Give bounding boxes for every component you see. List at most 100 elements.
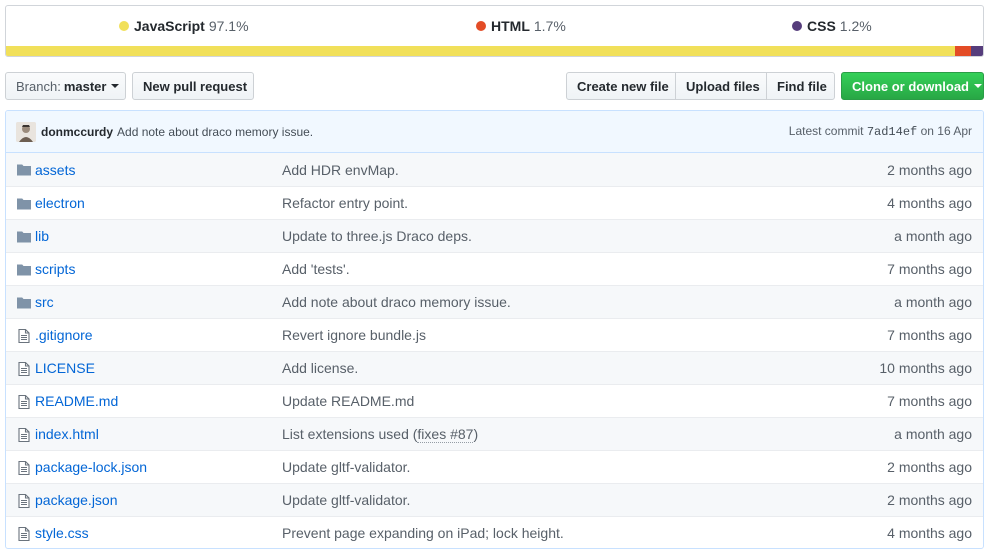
file-name-link[interactable]: README.md <box>35 393 118 409</box>
commit-message-text[interactable]: Prevent page expanding on iPad; lock hei… <box>282 525 564 541</box>
file-age: 2 months ago <box>887 161 972 178</box>
file-commit-message[interactable]: Prevent page expanding on iPad; lock hei… <box>282 525 564 541</box>
language-css[interactable]: CSS 1.2% <box>792 18 872 34</box>
file-commit-message[interactable]: Refactor entry point. <box>282 195 408 211</box>
file-age: 4 months ago <box>887 195 972 211</box>
commit-message-text[interactable]: Refactor entry point. <box>282 195 408 211</box>
file-age: 7 months ago <box>887 327 972 343</box>
commit-message-text[interactable]: Revert ignore bundle.js <box>282 327 426 343</box>
file-list: assets Add HDR envMap. 2 months ago electro… <box>6 153 983 548</box>
create-new-file-button[interactable]: Create new file <box>566 72 676 100</box>
branch-prefix: Branch: <box>16 78 61 94</box>
chevron-down-icon <box>974 84 982 88</box>
folder-icon <box>16 295 32 311</box>
commit-message-text[interactable]: Update gltf-validator. <box>282 492 410 508</box>
file-row: README.md Update README.md 7 months ago <box>6 384 983 417</box>
latest-commit-bar: donmccurdy Add note about draco memory i… <box>6 111 983 153</box>
file-commit-message[interactable]: Update gltf-validator. <box>282 492 410 508</box>
file-name-link[interactable]: style.css <box>35 525 89 541</box>
commit-author-link[interactable]: donmccurdy <box>41 125 113 139</box>
language-color-dot <box>119 21 129 31</box>
file-row: scripts Add 'tests'. 7 months ago <box>6 252 983 285</box>
commit-message-text[interactable]: Add license. <box>282 360 358 376</box>
latest-commit-info: Latest commit 7ad14ef on 16 Apr <box>789 124 972 139</box>
language-percent: 1.7% <box>533 18 566 34</box>
language-html[interactable]: HTML 1.7% <box>476 18 566 34</box>
file-name-link[interactable]: index.html <box>35 426 99 442</box>
file-row: style.css Prevent page expanding on iPad;… <box>6 516 983 548</box>
commit-message-text[interactable]: Add HDR envMap. <box>282 162 399 178</box>
file-icon <box>16 460 32 476</box>
branch-name: master <box>63 78 107 94</box>
file-name-link[interactable]: package.json <box>35 492 118 508</box>
file-icon <box>16 493 32 509</box>
file-name-link[interactable]: lib <box>35 228 49 244</box>
file-name-link[interactable]: src <box>35 294 54 310</box>
file-name-link[interactable]: LICENSE <box>35 360 95 376</box>
file-name-link[interactable]: package-lock.json <box>35 459 147 475</box>
file-row: src Add note about draco memory issue. a m… <box>6 285 983 318</box>
file-row: package.json Update gltf-validator. 2 mont… <box>6 483 983 516</box>
file-commit-message[interactable]: Add license. <box>282 360 358 376</box>
file-row: package-lock.json Update gltf-validator. 2… <box>6 450 983 483</box>
commit-sha-link[interactable]: 7ad14ef <box>867 125 917 139</box>
file-age: 4 months ago <box>887 525 972 541</box>
avatar[interactable] <box>16 121 36 142</box>
commit-date: 16 Apr <box>937 124 972 138</box>
file-name-link[interactable]: assets <box>35 162 75 178</box>
file-name-link[interactable]: .gitignore <box>35 327 93 343</box>
upload-files-button[interactable]: Upload files <box>675 72 767 100</box>
file-row: .gitignore Revert ignore bundle.js 7 month… <box>6 318 983 351</box>
latest-commit-prefix: Latest commit <box>788 124 864 138</box>
commit-message-text[interactable]: List extensions used ( <box>282 426 417 442</box>
file-age: 7 months ago <box>887 393 972 409</box>
file-name-link[interactable]: electron <box>35 195 85 211</box>
folder-icon <box>16 162 32 178</box>
file-age: 2 months ago <box>887 459 972 475</box>
commit-message-text[interactable]: Update gltf-validator. <box>282 459 410 475</box>
language-color-dot <box>792 21 802 31</box>
language-name: JavaScript <box>134 18 205 34</box>
commit-message-text[interactable]: Add 'tests'. <box>282 261 350 277</box>
commit-message-text[interactable]: Update README.md <box>282 393 414 409</box>
file-age: a month ago <box>894 228 972 244</box>
language-name: HTML <box>491 18 530 34</box>
file-name-link[interactable]: scripts <box>35 261 75 277</box>
file-icon <box>16 394 32 410</box>
language-bar-segment <box>971 46 983 56</box>
commit-message-text[interactable]: Update to three.js Draco deps. <box>282 228 472 244</box>
file-row: electron Refactor entry point. 4 months ag… <box>6 186 983 219</box>
find-file-button[interactable]: Find file <box>766 72 835 100</box>
language-color-dot <box>476 21 486 31</box>
file-browser: donmccurdy Add note about draco memory i… <box>5 110 984 549</box>
file-age: a month ago <box>894 426 972 442</box>
language-bar-segment <box>6 46 955 56</box>
folder-icon <box>16 196 32 212</box>
language-bar <box>6 46 983 56</box>
commit-message-text[interactable]: Add note about draco memory issue. <box>282 294 511 310</box>
language-name: CSS <box>807 18 836 34</box>
file-commit-message[interactable]: List extensions used (fixes #87) <box>282 426 478 443</box>
file-commit-message[interactable]: Add note about draco memory issue. <box>282 294 511 310</box>
issue-reference-link[interactable]: fixes #87 <box>417 426 474 443</box>
file-commit-message[interactable]: Add 'tests'. <box>282 261 350 277</box>
file-icon <box>16 526 32 542</box>
file-icon <box>16 328 32 344</box>
clone-or-download-label: Clone or download <box>852 78 969 94</box>
branch-select-button[interactable]: Branch: master <box>5 72 126 100</box>
file-age: 7 months ago <box>887 261 972 277</box>
file-commit-message[interactable]: Revert ignore bundle.js <box>282 327 426 343</box>
file-age: a month ago <box>894 294 972 310</box>
new-pull-request-button[interactable]: New pull request <box>132 72 254 100</box>
language-javascript[interactable]: JavaScript 97.1% <box>119 18 249 34</box>
file-commit-message[interactable]: Update gltf-validator. <box>282 459 410 475</box>
file-age: 2 months ago <box>887 492 972 508</box>
file-commit-message[interactable]: Update README.md <box>282 393 414 409</box>
file-commit-message[interactable]: Update to three.js Draco deps. <box>282 228 472 244</box>
clone-or-download-button[interactable]: Clone or download <box>841 72 984 100</box>
language-stats: JavaScript 97.1% HTML 1.7% CSS 1.2% <box>5 5 984 57</box>
file-commit-message[interactable]: Add HDR envMap. <box>282 162 399 178</box>
commit-message-link[interactable]: Add note about draco memory issue. <box>117 125 313 139</box>
language-percent: 1.2% <box>839 18 872 34</box>
chevron-down-icon <box>111 84 120 88</box>
